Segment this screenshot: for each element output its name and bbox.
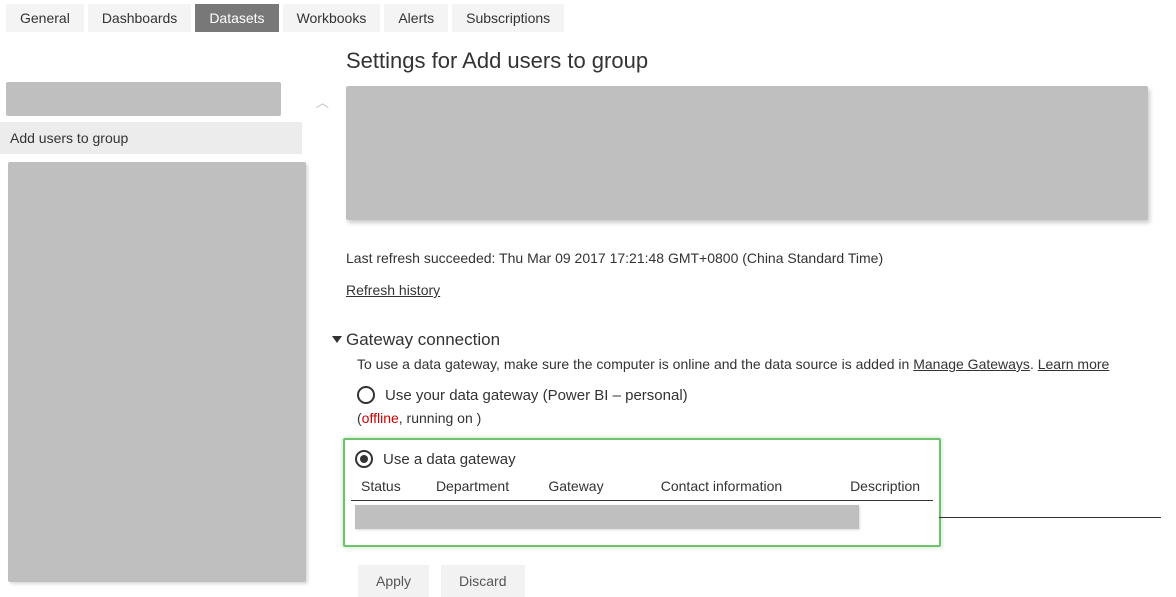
- last-refresh-text: Last refresh succeeded: Thu Mar 09 2017 …: [346, 250, 1158, 266]
- collapse-icon[interactable]: [332, 336, 342, 343]
- apply-button[interactable]: Apply: [358, 565, 429, 597]
- col-department: Department: [436, 478, 548, 494]
- tab-workbooks[interactable]: Workbooks: [283, 4, 381, 32]
- offline-text: offline: [362, 410, 399, 426]
- tab-subscriptions[interactable]: Subscriptions: [452, 4, 564, 32]
- redacted-banner: [346, 86, 1148, 220]
- manage-gateways-link[interactable]: Manage Gateways: [913, 356, 1030, 372]
- tab-general[interactable]: General: [6, 4, 84, 32]
- action-buttons: Apply Discard: [358, 565, 1158, 597]
- content-pane: Settings for Add users to group Last ref…: [320, 32, 1176, 591]
- radio-personal-label: Use your data gateway (Power BI – person…: [385, 387, 688, 404]
- sidebar-item-add-users[interactable]: Add users to group: [0, 122, 302, 154]
- sidebar: Add users to group ︿: [0, 32, 320, 591]
- radio-icon-selected[interactable]: [355, 450, 373, 468]
- sidebar-redacted-list: [8, 162, 306, 582]
- radio-data-gateway[interactable]: Use a data gateway: [355, 450, 933, 468]
- tab-dashboards[interactable]: Dashboards: [88, 4, 192, 32]
- section-title: Gateway connection: [346, 330, 500, 350]
- col-description: Description: [850, 478, 923, 494]
- gateway-selection-highlight: Use a data gateway Status Department Gat…: [343, 438, 941, 547]
- gateway-table-header: Status Department Gateway Contact inform…: [351, 478, 933, 501]
- radio-personal-gateway[interactable]: Use your data gateway (Power BI – person…: [357, 386, 1158, 404]
- radio-data-gateway-label: Use a data gateway: [383, 451, 516, 468]
- sidebar-redacted-top: [6, 82, 281, 116]
- learn-more-link[interactable]: Learn more: [1038, 356, 1110, 372]
- section-description: To use a data gateway, make sure the com…: [357, 356, 1158, 372]
- tab-datasets[interactable]: Datasets: [195, 4, 278, 32]
- col-contact: Contact information: [661, 478, 850, 494]
- col-status: Status: [361, 478, 436, 494]
- page-title: Settings for Add users to group: [346, 48, 1158, 74]
- radio-icon-unselected[interactable]: [357, 386, 375, 404]
- tab-alerts[interactable]: Alerts: [384, 4, 448, 32]
- offline-status: (offline, running on ): [357, 410, 1158, 426]
- refresh-history-link[interactable]: Refresh history: [346, 282, 440, 298]
- tab-bar: General Dashboards Datasets Workbooks Al…: [0, 0, 1176, 32]
- table-row-redacted[interactable]: [355, 505, 859, 529]
- col-gateway: Gateway: [548, 478, 660, 494]
- section-header-gateway[interactable]: Gateway connection: [332, 330, 1158, 350]
- table-divider-extension: [939, 517, 1161, 518]
- discard-button[interactable]: Discard: [441, 565, 524, 597]
